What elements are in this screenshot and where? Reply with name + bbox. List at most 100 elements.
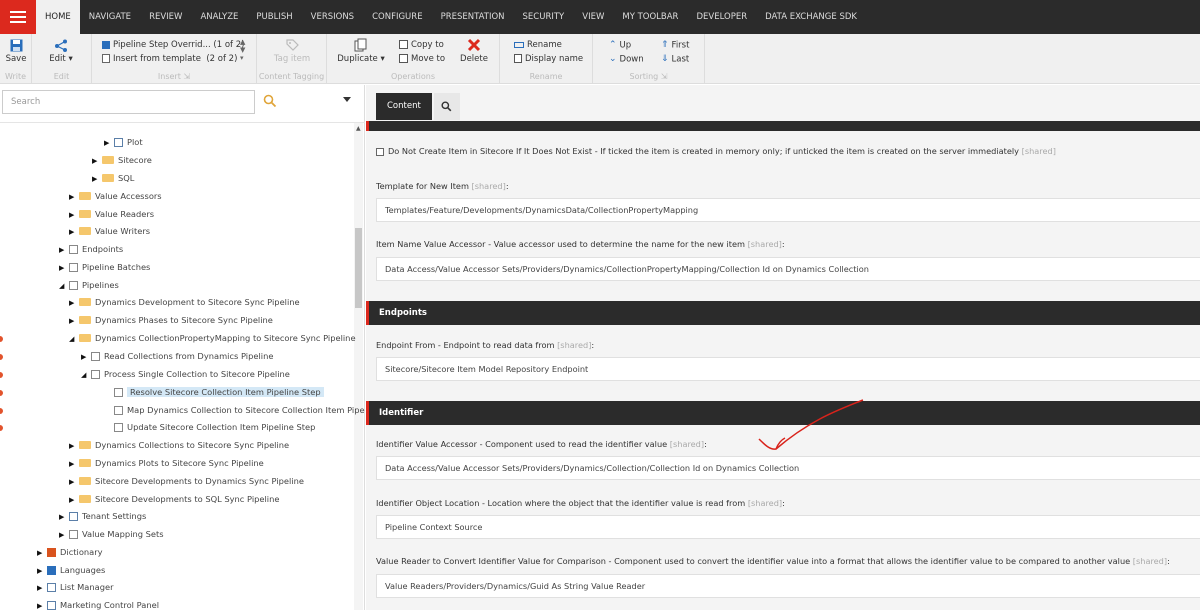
insert-from-template-button[interactable]: Insert from template (2 of 2) — [102, 54, 237, 64]
expand-arrow-icon[interactable]: ▶ — [69, 189, 79, 206]
copy-to-button[interactable]: Copy to — [399, 40, 444, 50]
expand-arrow-icon[interactable]: ▶ — [37, 598, 47, 610]
collapse-arrow-icon[interactable]: ◢ — [69, 331, 79, 348]
tree-item[interactable]: ▶ Pipeline Batches — [59, 259, 150, 276]
save-button[interactable]: Save — [5, 39, 27, 64]
expand-arrow-icon[interactable]: ▶ — [81, 349, 91, 366]
tab-developer[interactable]: DEVELOPER — [687, 0, 756, 34]
scroll-up-arrow[interactable]: ▲ — [356, 125, 361, 132]
folder-icon — [79, 458, 91, 467]
move-to-button[interactable]: Move to — [399, 54, 445, 64]
expand-arrow-icon[interactable]: ▶ — [92, 171, 102, 188]
endpoint-from-input[interactable]: Sitecore/Sitecore Item Model Repository … — [376, 357, 1200, 381]
tree-item[interactable]: ▶ Sitecore Developments to Dynamics Sync … — [69, 473, 304, 490]
tree-item[interactable]: ▶ Tenant Settings — [59, 508, 146, 525]
menu-icon[interactable] — [0, 0, 36, 34]
tree-item[interactable]: ▶ Dynamics Development to Sitecore Sync P… — [69, 294, 300, 311]
expand-arrow-icon[interactable]: ▶ — [59, 509, 69, 526]
expand-arrow-icon[interactable]: ▶ — [37, 580, 47, 597]
tab-configure[interactable]: CONFIGURE — [363, 0, 431, 34]
identifier-accessor-input[interactable]: Data Access/Value Accessor Sets/Provider… — [376, 456, 1200, 480]
tree-item[interactable]: Map Dynamics Collection to Sitecore Coll… — [104, 402, 365, 419]
tree-item[interactable]: ◢ Pipelines — [59, 277, 119, 294]
tree-item[interactable]: ◢ Dynamics CollectionPropertyMapping to S… — [69, 330, 356, 347]
scrollbar-thumb[interactable] — [355, 228, 362, 308]
tree-item[interactable]: ▶ Endpoints — [59, 241, 123, 258]
expand-arrow-icon[interactable]: ▶ — [59, 260, 69, 277]
tree-item[interactable]: ▶ Value Mapping Sets — [59, 526, 164, 543]
expand-arrow-icon[interactable]: ▶ — [69, 224, 79, 241]
tag-item-button[interactable]: Tag item — [267, 39, 317, 64]
tree-item[interactable]: ▶ Dynamics Collections to Sitecore Sync P… — [69, 437, 289, 454]
expand-arrow-icon[interactable]: ▶ — [69, 207, 79, 224]
tab-review[interactable]: REVIEW — [140, 0, 191, 34]
step-icon — [114, 388, 123, 397]
tab-versions[interactable]: VERSIONS — [302, 0, 363, 34]
expand-arrow-icon[interactable]: ▶ — [59, 242, 69, 259]
edit-button[interactable]: Edit ▾ — [46, 39, 76, 64]
expand-arrow-icon[interactable]: ▶ — [37, 545, 47, 562]
expand-arrow-icon[interactable]: ▶ — [69, 295, 79, 312]
tree-item[interactable]: ▶ Sitecore Developments to SQL Sync Pipel… — [69, 491, 279, 508]
tree-item[interactable]: ◢ Process Single Collection to Sitecore P… — [81, 366, 290, 383]
search-input[interactable]: Search — [2, 90, 255, 114]
tab-my-toolbar[interactable]: MY TOOLBAR — [613, 0, 687, 34]
tab-presentation[interactable]: PRESENTATION — [432, 0, 514, 34]
section-endpoints-header[interactable]: Endpoints — [366, 301, 1200, 325]
do-not-create-checkbox[interactable] — [376, 147, 384, 156]
tab-analyze[interactable]: ANALYZE — [191, 0, 247, 34]
down-button[interactable]: ⌄ Down — [609, 54, 644, 65]
expand-arrow-icon[interactable]: ▶ — [69, 492, 79, 509]
insert-pipeline-step-button[interactable]: Pipeline Step Overrid... (1 of 2) — [102, 40, 244, 50]
insert-scroll-arrows[interactable]: ▲ ▼ ▾ — [240, 38, 245, 62]
template-field-input[interactable]: Templates/Feature/Developments/DynamicsD… — [376, 198, 1200, 222]
tree-item[interactable]: ▶ Dynamics Plots to Sitecore Sync Pipelin… — [69, 455, 264, 472]
delete-button[interactable]: Delete — [457, 38, 491, 64]
tree-item[interactable]: ▶ Languages — [37, 562, 105, 579]
collapse-arrow-icon[interactable]: ◢ — [59, 278, 69, 295]
expand-arrow-icon[interactable]: ▶ — [69, 313, 79, 330]
tab-view[interactable]: VIEW — [573, 0, 613, 34]
tab-navigate[interactable]: NAVIGATE — [80, 0, 140, 34]
rename-button[interactable]: Rename — [514, 40, 562, 50]
first-button[interactable]: ⇑ First — [661, 40, 689, 51]
value-reader-input[interactable]: Value Readers/Providers/Dynamics/Guid As… — [376, 574, 1200, 598]
tab-search[interactable] — [433, 93, 460, 120]
duplicate-button[interactable]: Duplicate ▾ — [337, 38, 385, 64]
tree-item[interactable]: ▶ Value Accessors — [69, 188, 162, 205]
tree-item[interactable]: ▶ Dynamics Phases to Sitecore Sync Pipeli… — [69, 312, 273, 329]
tree-item[interactable]: Update Sitecore Collection Item Pipeline… — [104, 419, 315, 436]
expand-arrow-icon[interactable]: ▶ — [59, 527, 69, 544]
item-name-accessor-input[interactable]: Data Access/Value Accessor Sets/Provider… — [376, 257, 1200, 281]
tree-scrollbar[interactable]: ▲ — [354, 123, 363, 610]
tree-item[interactable]: ▶ Read Collections from Dynamics Pipeline — [81, 348, 273, 365]
tree-item[interactable]: ▶ Value Readers — [69, 206, 154, 223]
expand-arrow-icon[interactable]: ▶ — [37, 563, 47, 580]
expand-arrow-icon[interactable]: ▶ — [69, 438, 79, 455]
tab-content[interactable]: Content — [376, 93, 432, 120]
tree-item[interactable]: ▶ Value Writers — [69, 223, 150, 240]
search-options-dropdown[interactable] — [343, 97, 351, 102]
tab-data-exchange-sdk[interactable]: DATA EXCHANGE SDK — [756, 0, 866, 34]
tab-home[interactable]: HOME — [36, 0, 80, 34]
expand-arrow-icon[interactable]: ▶ — [104, 135, 114, 152]
tree-item[interactable]: Resolve Sitecore Collection Item Pipelin… — [104, 384, 324, 401]
collapse-arrow-icon[interactable]: ◢ — [81, 367, 91, 384]
tab-publish[interactable]: PUBLISH — [247, 0, 301, 34]
do-not-create-checkbox-field[interactable]: Do Not Create Item in Sitecore If It Doe… — [376, 146, 1056, 156]
tree-item[interactable]: ▶ Marketing Control Panel — [37, 597, 159, 610]
expand-arrow-icon[interactable]: ▶ — [69, 456, 79, 473]
last-button[interactable]: ⇓ Last — [661, 54, 689, 65]
search-icon[interactable] — [263, 94, 277, 108]
tree-item[interactable]: ▶ Plot — [104, 134, 143, 151]
up-button[interactable]: ⌃ Up — [609, 40, 631, 51]
tab-security[interactable]: SECURITY — [514, 0, 574, 34]
identifier-location-input[interactable]: Pipeline Context Source — [376, 515, 1200, 539]
expand-arrow-icon[interactable]: ▶ — [92, 153, 102, 170]
tree-item[interactable]: ▶ SQL — [92, 170, 134, 187]
tree-item[interactable]: ▶ Dictionary — [37, 544, 103, 561]
tree-item[interactable]: ▶ Sitecore — [92, 152, 152, 169]
display-name-button[interactable]: Display name — [514, 54, 583, 64]
expand-arrow-icon[interactable]: ▶ — [69, 474, 79, 491]
tree-item[interactable]: ▶ List Manager — [37, 579, 114, 596]
